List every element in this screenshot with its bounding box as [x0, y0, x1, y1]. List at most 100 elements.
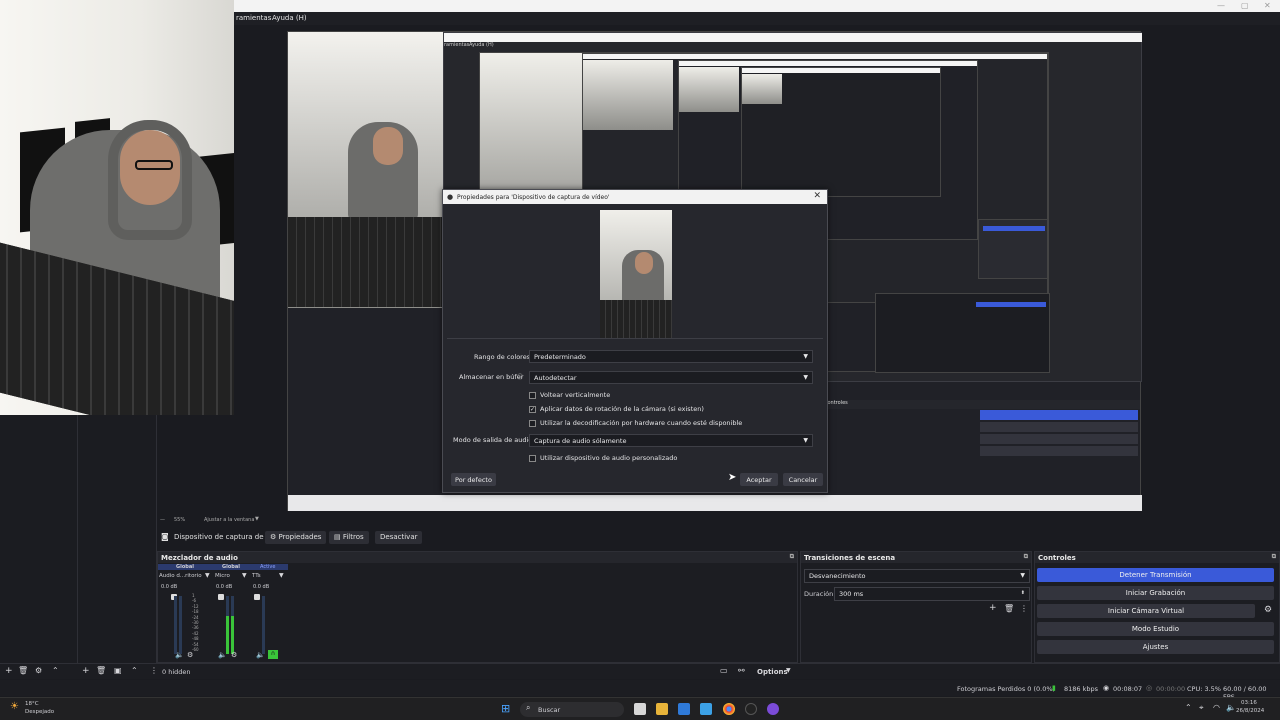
record-time: 00:00:00 — [1156, 685, 1186, 693]
clock-date[interactable]: 26/8/2024 — [1236, 708, 1264, 714]
chevron-up-icon[interactable]: ⌃ — [52, 666, 59, 675]
undock-icon[interactable]: ⧉ — [1272, 553, 1276, 561]
plus-icon[interactable]: + — [5, 666, 13, 676]
file-explorer-icon[interactable] — [656, 703, 668, 715]
record-icon: ◎ — [1146, 684, 1153, 692]
tray-chevron-icon[interactable]: ⌃ — [1185, 703, 1192, 712]
plus-icon[interactable]: + — [989, 603, 997, 613]
audio-mode-select[interactable]: Captura de audio sólamente ▼ — [529, 434, 813, 447]
options-menu[interactable]: Options — [757, 668, 788, 676]
chevron-down-icon[interactable]: ▼ — [242, 572, 247, 579]
trash-icon[interactable]: 🗑 — [1004, 604, 1014, 613]
buffer-label: Almacenar en búfer — [459, 373, 524, 381]
volume-slider[interactable] — [254, 594, 260, 600]
close-icon[interactable]: ✕ — [813, 191, 821, 201]
chrome-icon[interactable] — [723, 703, 735, 715]
trash-icon[interactable]: 🗑 — [96, 666, 106, 675]
speaker-icon[interactable]: 🔈 — [218, 651, 227, 659]
speaker-icon[interactable]: 🔈 — [256, 651, 265, 659]
gear-icon[interactable]: ⚙ — [35, 666, 42, 675]
more-icon[interactable]: ⋮ — [1020, 604, 1028, 613]
location-icon[interactable]: ⌖ — [1199, 703, 1204, 713]
chevron-down-icon: ▼ — [803, 353, 808, 360]
filter-icon: ▤ — [334, 533, 343, 541]
zoom-value: 55% — [174, 517, 186, 523]
zoom-fit-label[interactable]: Ajustar a la ventana — [204, 517, 254, 523]
buffer-select[interactable]: Autodetectar ▼ — [529, 371, 813, 384]
windows-start-icon[interactable]: ⊞ — [501, 702, 510, 715]
chevron-down-icon[interactable]: ▼ — [279, 572, 284, 579]
flip-checkbox[interactable] — [529, 391, 536, 399]
chevron-down-icon[interactable]: ▼ — [255, 516, 259, 522]
source-name: Dispositivo de captura de v — [174, 533, 270, 541]
close-icon[interactable]: ✕ — [1264, 1, 1271, 10]
gear-icon[interactable]: ⚙ — [187, 651, 193, 659]
properties-button[interactable]: ⚙ Propiedades — [265, 531, 327, 544]
app-icon[interactable] — [678, 703, 690, 715]
duration-input[interactable]: 300 ms ⬍ — [834, 587, 1030, 601]
nested-menu-tools: ramientas — [444, 42, 470, 48]
speaker-icon[interactable]: 🔈 — [175, 651, 184, 659]
custom-audio-checkbox-row[interactable]: Utilizar dispositivo de audio personaliz… — [529, 454, 677, 462]
help-icon[interactable]: ⓘ — [517, 372, 523, 381]
hwdecode-checkbox-row[interactable]: Utilizar la decodificación por hardware … — [529, 419, 742, 427]
channel-name[interactable]: Audio d...ritorio — [159, 573, 202, 579]
chevron-down-icon[interactable]: ▼ — [786, 667, 791, 674]
color-range-value: Predeterminado — [534, 353, 586, 361]
app-icon[interactable] — [700, 703, 712, 715]
virtual-camera-button[interactable]: Iniciar Cámara Virtual — [1037, 604, 1255, 618]
plus-icon[interactable]: + — [82, 666, 90, 676]
undock-icon[interactable]: ⧉ — [790, 553, 794, 561]
headphones-icon[interactable]: ∩ — [268, 650, 278, 659]
flip-checkbox-row[interactable]: Voltear verticalmente — [529, 391, 610, 399]
nested-menu-help: Ayuda (H) — [469, 42, 494, 48]
color-range-select[interactable]: Predeterminado ▼ — [529, 350, 813, 363]
undock-icon[interactable]: ⧉ — [1024, 553, 1028, 561]
link-icon[interactable]: ⚯ — [738, 666, 745, 675]
gear-icon[interactable]: ⚙ — [1264, 605, 1272, 615]
transition-select[interactable]: Desvanecimiento ▼ — [804, 569, 1030, 583]
deactivate-button[interactable]: Desactivar — [375, 531, 423, 544]
task-view-icon[interactable] — [634, 703, 646, 715]
gear-icon[interactable]: ⚙ — [231, 651, 237, 659]
chevron-up-icon[interactable]: ⌃ — [131, 666, 138, 675]
stop-stream-button[interactable]: Detener Transmisión — [1037, 568, 1274, 582]
settings-button[interactable]: Ajustes — [1037, 640, 1274, 654]
chevron-down-icon[interactable]: ▼ — [205, 572, 210, 579]
defaults-button[interactable]: Por defecto — [451, 473, 496, 486]
menu-help[interactable]: Ayuda (H) — [272, 14, 307, 22]
volume-meter — [231, 596, 234, 654]
hwdecode-checkbox[interactable] — [529, 419, 536, 427]
maximize-icon[interactable]: ▢ — [1241, 1, 1249, 10]
layout-icon[interactable]: ▭ — [720, 666, 728, 675]
weather-icon[interactable]: ☀ — [10, 701, 19, 712]
volume-slider[interactable] — [218, 594, 224, 600]
taskbar-search[interactable]: ⌕ Buscar — [520, 702, 624, 717]
custom-audio-label: Utilizar dispositivo de audio personaliz… — [540, 454, 678, 462]
app-icon[interactable] — [767, 703, 779, 715]
trash-icon[interactable]: 🗑 — [18, 666, 28, 675]
properties-dialog: Propiedades para 'Dispositivo de captura… — [442, 189, 828, 493]
channel-name[interactable]: Micro — [215, 573, 230, 579]
audio-mode-value: Captura de audio sólamente — [534, 437, 627, 445]
channel-name[interactable]: TTs — [252, 573, 261, 579]
controls-pane: Controles ⧉ Detener Transmisión Iniciar G… — [1034, 551, 1280, 663]
clock-time[interactable]: 03:16 — [1241, 700, 1257, 706]
filters-button[interactable]: ▤ Filtros — [329, 531, 369, 544]
volume-icon[interactable]: 🔈 — [1226, 703, 1236, 712]
rotation-checkbox-row[interactable]: ✓ Aplicar datos de rotación de la cámara … — [529, 405, 704, 413]
ok-button[interactable]: Aceptar — [740, 473, 778, 486]
studio-mode-button[interactable]: Modo Estudio — [1037, 622, 1274, 636]
more-icon[interactable]: ⋮ — [150, 666, 158, 675]
zoom-minus-icon[interactable]: — — [160, 517, 165, 523]
dock-toolbar: + 🗑 ⚙ ⌃ + 🗑 ▣ ⌃ ⋮ 0 hidden ▭ ⚯ Options ▼ — [0, 663, 1280, 679]
cancel-button[interactable]: Cancelar — [783, 473, 823, 486]
start-recording-button[interactable]: Iniciar Grabación — [1037, 586, 1274, 600]
obs-icon[interactable] — [745, 703, 757, 715]
custom-audio-checkbox[interactable] — [529, 454, 536, 462]
minimize-icon[interactable]: — — [1217, 1, 1225, 10]
group-icon[interactable]: ▣ — [114, 666, 122, 675]
wifi-icon[interactable]: ◠ — [1213, 703, 1220, 712]
rotation-checkbox[interactable]: ✓ — [529, 405, 536, 413]
menu-tools[interactable]: ramientas — [236, 14, 271, 22]
